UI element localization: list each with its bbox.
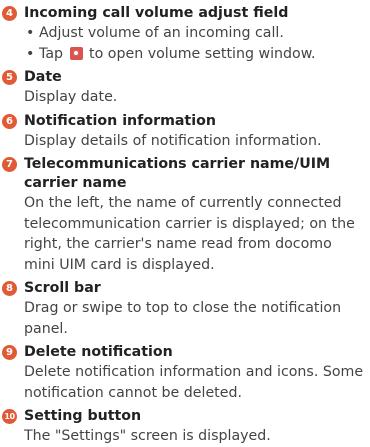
- item-incoming-call-volume: 4 Incoming call volume adjust field Adju…: [2, 4, 370, 64]
- item-date: 5 Date Display date.: [2, 68, 370, 108]
- item-description: Drag or swipe to top to close the notifi…: [24, 300, 342, 337]
- bullet-item: Tap to open volume setting window.: [24, 44, 370, 65]
- bullet-item: Adjust volume of an incoming call.: [24, 23, 370, 44]
- settings-gear-icon: [69, 46, 83, 60]
- manual-page: 4 Incoming call volume adjust field Adju…: [0, 0, 370, 444]
- item-number-badge: 10: [2, 409, 17, 424]
- item-carrier-name: 7 Telecommunications carrier name/UIM ca…: [2, 155, 370, 275]
- item-title: Date: [24, 69, 62, 85]
- item-setting-button: 10 Setting button The "Settings" screen …: [2, 407, 370, 447]
- item-description: The "Settings" screen is displayed.: [24, 428, 271, 444]
- item-title: Scroll bar: [24, 280, 101, 296]
- item-description: Display details of notification informat…: [24, 132, 322, 149]
- item-number-badge: 4: [2, 6, 17, 21]
- item-description: Display date.: [24, 89, 118, 105]
- item-title: Incoming call volume adjust field: [24, 5, 289, 21]
- item-number-badge: 9: [2, 345, 17, 360]
- item-delete-notification: 9 Delete notification Delete notificatio…: [2, 343, 370, 403]
- item-title: Delete notification: [24, 344, 173, 360]
- item-description: On the left, the name of currently conne…: [24, 195, 355, 273]
- item-title: Setting button: [24, 408, 142, 424]
- item-number-badge: 7: [2, 157, 17, 172]
- item-number-badge: 5: [2, 70, 17, 85]
- item-number-badge: 8: [2, 281, 17, 296]
- item-scroll-bar: 8 Scroll bar Drag or swipe to top to clo…: [2, 279, 370, 339]
- item-title: Notification information: [24, 112, 216, 129]
- item-number-badge: 6: [2, 113, 17, 129]
- bullet-list: Adjust volume of an incoming call. Tap t…: [24, 23, 370, 64]
- item-description: Delete notification information and icon…: [24, 364, 364, 401]
- item-title: Telecommunications carrier name/UIM carr…: [24, 156, 331, 191]
- item-notification-information: 6 Notification information Display detai…: [2, 112, 370, 152]
